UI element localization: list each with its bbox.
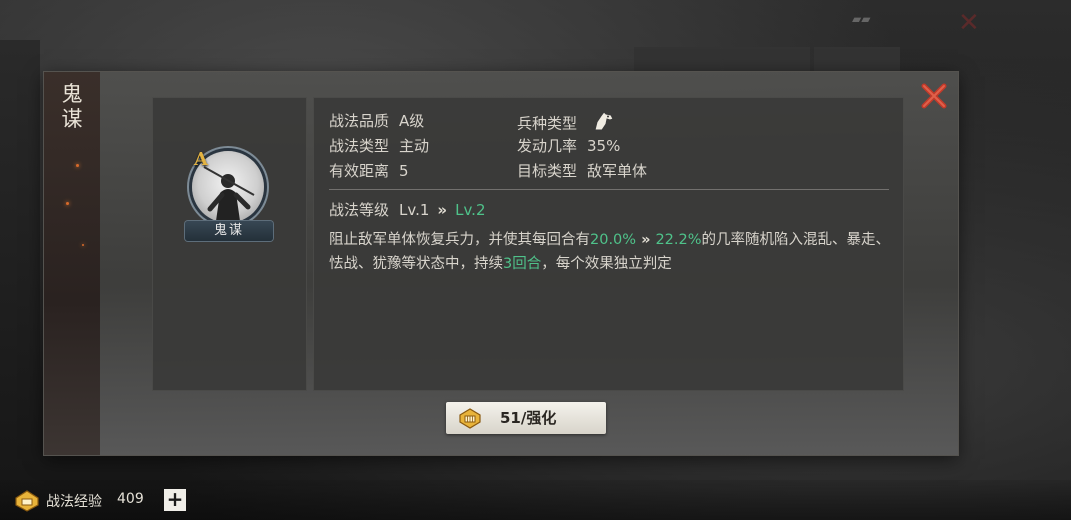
background-tab [814,47,900,71]
rate-value: 35% [587,137,621,155]
background-left-strip [0,40,40,500]
desc-text: ，每个效果独立判定 [541,256,672,272]
skill-detail-dialog: 鬼谋 A 鬼谋 战法品质 A级 战法类型 主动 有效距离 5 兵种类型 发动几率… [44,72,958,455]
type-label: 战法类型 [329,137,390,155]
skill-name-plate: 鬼谋 [185,221,273,241]
close-icon [921,83,947,109]
rate-row: 发动几率 35% [517,135,620,157]
desc-arrow: » [641,232,651,248]
desc-rate-next: 22.2% [655,232,702,248]
upgrade-button-label: 51/强化 [500,409,557,427]
ember-decoration [82,244,84,246]
skill-info-panel: 战法品质 A级 战法类型 主动 有效距离 5 兵种类型 发动几率 35% 目标类型 敌军单… [313,97,904,391]
level-arrow: » [437,201,448,219]
bottom-bar [0,480,1071,520]
range-label: 有效距离 [329,162,390,180]
skill-exp-icon [15,490,39,512]
cavalry-horse-icon [592,110,616,138]
ember-decoration [66,202,69,205]
target-row: 目标类型 敌军单体 [517,160,647,182]
background-tab [724,47,810,71]
rate-label: 发动几率 [517,137,578,155]
skill-description: 阻止敌军单体恢复兵力，并使其每回合有20.0%» 22.2%的几率随机陷入混乱、暴… [329,228,894,276]
level-next: Lv.2 [455,201,486,219]
close-button[interactable] [920,82,948,110]
target-value: 敌军单体 [587,162,648,180]
background-tab [634,47,720,71]
quality-value: A级 [399,112,425,130]
info-divider [329,189,889,190]
level-row: 战法等级 Lv.1 » Lv.2 [329,199,486,221]
quality-row: 战法品质 A级 [329,110,424,132]
troop-row: 兵种类型 [517,110,616,138]
ember-decoration [76,164,79,167]
background-close-icon: ✕ [958,8,980,38]
background-top-icon: ▰▰ [852,12,871,26]
type-value: 主动 [399,137,430,155]
type-row: 战法类型 主动 [329,135,429,157]
skill-exp-value: 409 [117,491,144,507]
target-label: 目标类型 [517,162,578,180]
skill-icon-panel: A 鬼谋 [152,97,307,391]
add-exp-button[interactable]: + [164,489,186,511]
coin-fist-icon [459,408,481,429]
desc-rate-current: 20.0% [590,232,637,248]
quality-label: 战法品质 [329,112,390,130]
desc-duration: 3回合 [503,256,542,272]
level-current: Lv.1 [399,201,430,219]
range-value: 5 [399,162,409,180]
troop-label: 兵种类型 [517,114,578,133]
title-strip: 鬼谋 [44,72,100,455]
range-row: 有效距离 5 [329,160,409,182]
skill-exp-label: 战法经验 [46,494,102,510]
dialog-title: 鬼谋 [61,82,83,131]
upgrade-button[interactable]: 51/强化 [446,402,606,434]
skill-grade-badge: A [194,149,208,170]
level-label: 战法等级 [329,201,390,219]
desc-text: 阻止敌军单体恢复兵力，并使其每回合有 [329,232,590,248]
